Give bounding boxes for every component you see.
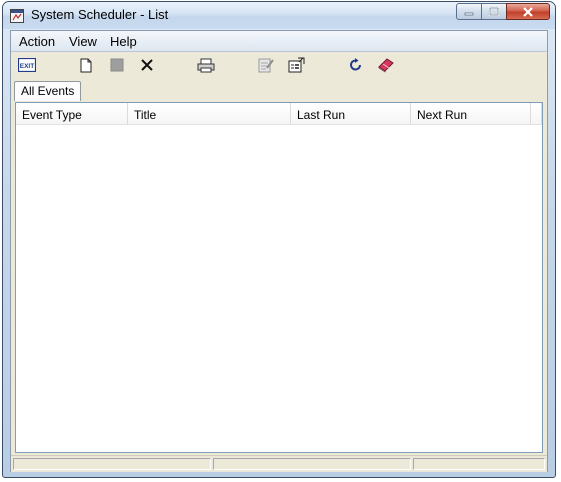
application-window: System Scheduler - List Action View Help… [2, 1, 556, 478]
minimize-icon [464, 12, 474, 15]
menu-bar: Action View Help [11, 31, 547, 52]
help-book-icon [378, 58, 394, 73]
maximize-icon [489, 7, 499, 16]
refresh-icon [350, 58, 361, 71]
column-header-filler [531, 103, 542, 125]
stop-button[interactable] [108, 56, 126, 74]
tab-all-events[interactable]: All Events [14, 81, 82, 101]
title-bar[interactable]: System Scheduler - List [3, 2, 555, 29]
menu-view[interactable]: View [69, 34, 97, 49]
close-icon [523, 6, 533, 17]
exit-button[interactable]: EXIT [17, 56, 37, 74]
toolbar: EXIT [11, 52, 547, 79]
status-panel-2 [213, 458, 411, 470]
exit-icon: EXIT [18, 58, 36, 72]
app-icon[interactable] [10, 9, 24, 23]
menu-action[interactable]: Action [19, 34, 55, 49]
edit-button[interactable] [257, 56, 275, 74]
tab-strip: All Events [11, 78, 547, 101]
menu-help[interactable]: Help [110, 34, 137, 49]
status-panel-3 [413, 458, 545, 470]
window-title: System Scheduler - List [31, 7, 169, 22]
stop-icon [110, 58, 124, 72]
events-list[interactable]: Event Type Title Last Run Next Run [15, 102, 543, 453]
delete-button[interactable] [138, 56, 156, 74]
status-bar [11, 455, 547, 472]
new-document-icon [80, 58, 92, 72]
printer-icon [197, 58, 215, 72]
column-header-next-run[interactable]: Next Run [411, 103, 531, 125]
properties-button[interactable] [287, 56, 305, 74]
client-area: Action View Help EXIT All Events Event T… [10, 30, 548, 472]
list-header: Event Type Title Last Run Next Run [16, 103, 542, 126]
edit-icon [258, 58, 274, 73]
new-button[interactable] [77, 56, 95, 74]
delete-icon [141, 59, 153, 71]
status-panel-1 [13, 458, 211, 470]
exit-icon-label: EXIT [20, 63, 34, 70]
properties-icon [288, 57, 304, 73]
column-header-event-type[interactable]: Event Type [16, 103, 128, 125]
maximize-button[interactable] [481, 3, 507, 20]
column-header-last-run[interactable]: Last Run [291, 103, 411, 125]
close-button[interactable] [506, 3, 550, 20]
print-button[interactable] [197, 56, 215, 74]
refresh-button[interactable] [347, 56, 365, 74]
column-header-title[interactable]: Title [128, 103, 291, 125]
minimize-button[interactable] [456, 3, 482, 20]
caption-buttons [456, 3, 550, 21]
help-button[interactable] [377, 56, 395, 74]
